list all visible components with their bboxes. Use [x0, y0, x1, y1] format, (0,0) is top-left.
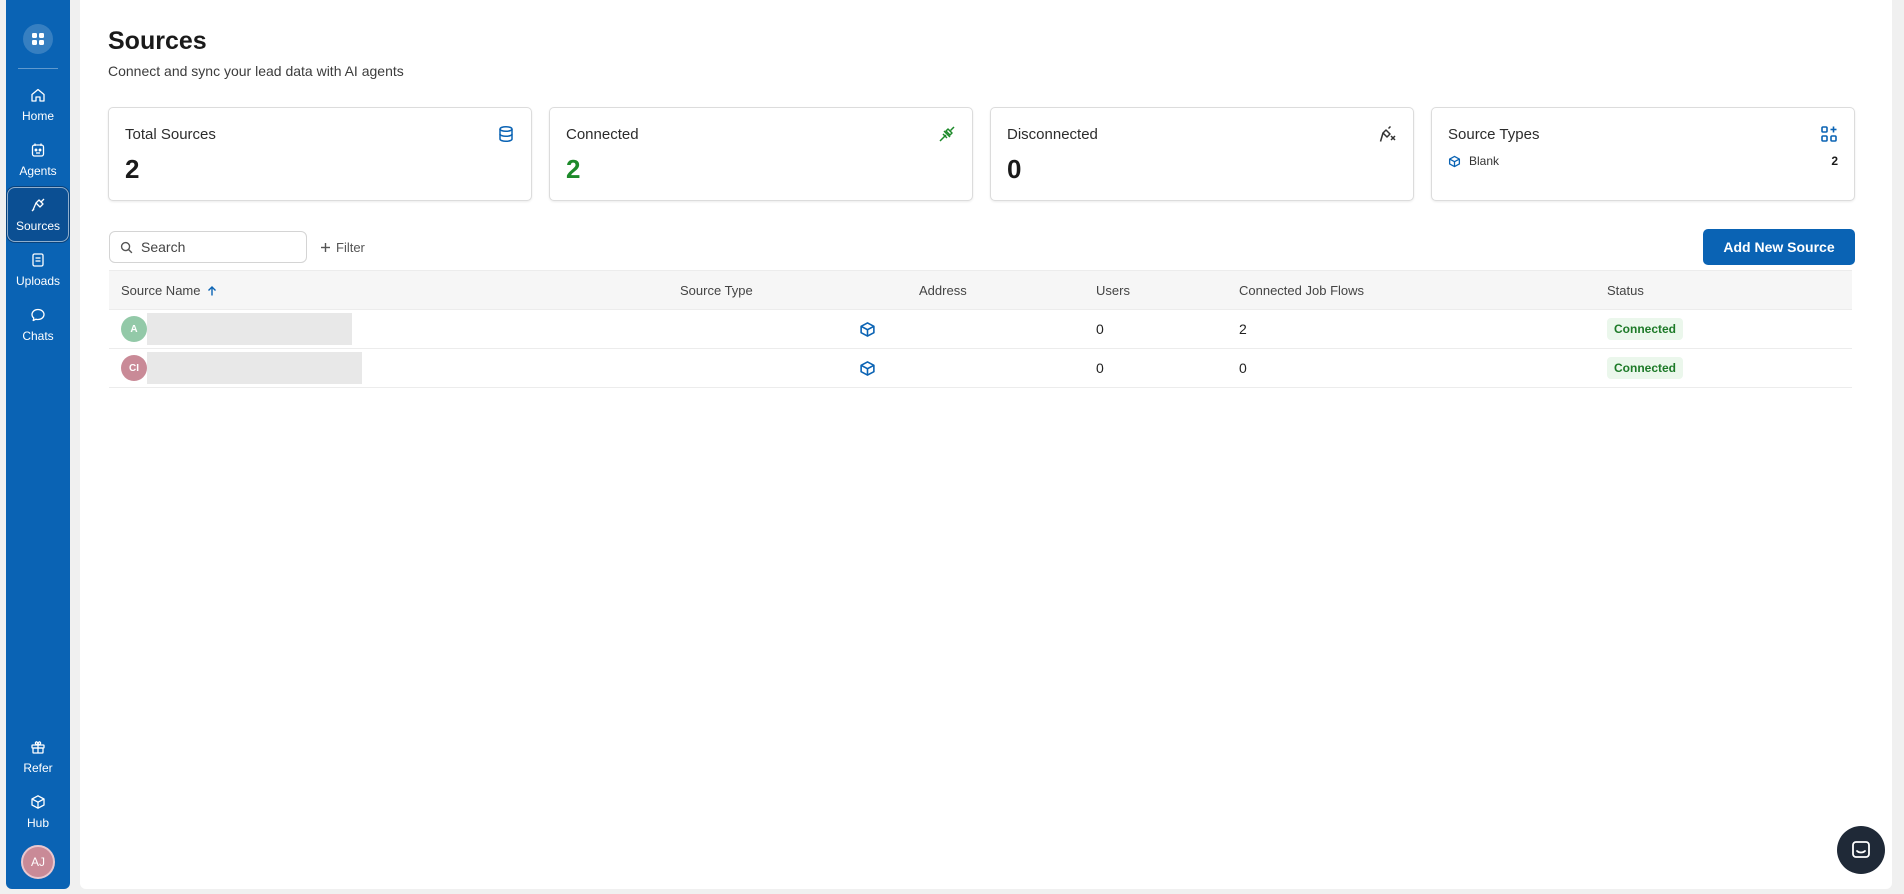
search-box — [109, 231, 307, 263]
sidebar: Home Agents Sources Uploads Chats Refer … — [6, 0, 70, 889]
sidebar-item-hub[interactable]: Hub — [7, 784, 69, 839]
table-row[interactable]: CI 0 0 Connected — [109, 349, 1852, 388]
support-chat-button[interactable] — [1837, 826, 1885, 874]
chat-icon — [1852, 841, 1870, 858]
chat-icon — [31, 308, 45, 321]
source-name-cell: CI — [121, 349, 362, 387]
table-header: Source Name Source Type Address Users Co… — [109, 270, 1852, 310]
column-header-status[interactable]: Status — [1607, 283, 1644, 298]
sidebar-item-uploads[interactable]: Uploads — [7, 242, 69, 297]
filter-label: Filter — [336, 239, 365, 255]
job-flows-cell: 0 — [1239, 360, 1247, 376]
sidebar-item-agents[interactable]: Agents — [7, 132, 69, 187]
search-input[interactable] — [141, 239, 291, 255]
filter-button[interactable]: Filter — [320, 236, 365, 258]
card-source-types: Source Types Blank 2 — [1431, 107, 1855, 201]
source-type-cell — [859, 310, 876, 348]
sidebar-item-chats[interactable]: Chats — [7, 297, 69, 352]
sidebar-item-label: Hub — [26, 815, 49, 830]
column-header-source-name[interactable]: Source Name — [121, 283, 218, 298]
plug-disconnected-icon — [1379, 125, 1396, 142]
home-icon — [31, 88, 45, 102]
main-panel: Sources Connect and sync your lead data … — [80, 0, 1892, 889]
card-label: Disconnected — [1007, 126, 1098, 143]
source-type-cell — [859, 349, 876, 387]
sidebar-item-label: Chats — [22, 328, 54, 343]
status-cell: Connected — [1607, 349, 1684, 387]
status-cell: Connected — [1607, 310, 1684, 348]
column-header-connected-job-flows[interactable]: Connected Job Flows — [1239, 283, 1364, 298]
status-badge: Connected — [1607, 318, 1684, 340]
source-type-row: Blank 2 — [1448, 154, 1838, 168]
redacted-source-name — [147, 313, 352, 345]
sidebar-item-label: Agents — [19, 163, 57, 178]
card-value: 2 — [125, 154, 140, 184]
sidebar-item-sources[interactable]: Sources — [7, 187, 69, 242]
gift-icon — [31, 740, 45, 754]
add-grid-icon — [1821, 126, 1837, 142]
card-connected: Connected 2 — [549, 107, 973, 201]
source-type-count: 2 — [1831, 154, 1838, 168]
card-value: 0 — [1007, 154, 1022, 184]
agents-icon — [31, 143, 45, 157]
sort-ascending-icon — [208, 285, 217, 295]
user-avatar[interactable]: AJ — [21, 845, 55, 879]
database-icon — [499, 125, 513, 143]
cube-icon — [860, 321, 875, 337]
card-label: Connected — [566, 126, 639, 143]
job-flows-cell: 2 — [1239, 321, 1247, 337]
sidebar-item-label: Refer — [23, 760, 53, 775]
app-logo[interactable] — [23, 24, 53, 54]
sidebar-item-label: Sources — [15, 218, 61, 233]
plus-icon — [321, 242, 330, 252]
card-label: Source Types — [1448, 126, 1540, 143]
page-subtitle: Connect and sync your lead data with AI … — [108, 63, 404, 79]
cube-icon — [31, 794, 45, 809]
sidebar-item-label: Home — [21, 108, 54, 123]
plug-connected-icon — [939, 126, 955, 142]
card-total-sources: Total Sources 2 — [108, 107, 532, 201]
card-label: Total Sources — [125, 126, 216, 143]
grid-icon — [32, 33, 44, 45]
sidebar-item-refer[interactable]: Refer — [7, 729, 69, 784]
add-new-source-button[interactable]: Add New Source — [1703, 229, 1855, 265]
card-value: 2 — [566, 154, 581, 184]
column-header-source-type[interactable]: Source Type — [680, 283, 753, 298]
document-icon — [32, 252, 44, 267]
plug-icon — [31, 198, 45, 211]
redacted-source-name — [147, 352, 362, 384]
source-avatar: A — [121, 316, 147, 342]
card-disconnected: Disconnected 0 — [990, 107, 1414, 201]
status-badge: Connected — [1607, 357, 1684, 379]
cube-icon — [860, 360, 875, 376]
cube-icon — [1448, 155, 1461, 167]
sidebar-item-label: Uploads — [15, 273, 61, 288]
column-header-users[interactable]: Users — [1096, 283, 1130, 298]
sources-table: Source Name Source Type Address Users Co… — [109, 270, 1852, 388]
search-icon — [120, 241, 133, 253]
column-header-address[interactable]: Address — [919, 283, 967, 298]
stats-cards: Total Sources 2 Connected 2 Disconnected… — [108, 107, 1855, 201]
page-title: Sources — [108, 27, 207, 55]
sidebar-divider — [18, 68, 58, 69]
sidebar-item-home[interactable]: Home — [7, 77, 69, 132]
table-row[interactable]: A 0 2 Connected — [109, 310, 1852, 349]
source-avatar: CI — [121, 355, 147, 381]
users-cell: 0 — [1096, 321, 1104, 337]
source-type-name: Blank — [1469, 154, 1500, 168]
source-name-cell: A — [121, 310, 352, 348]
users-cell: 0 — [1096, 360, 1104, 376]
